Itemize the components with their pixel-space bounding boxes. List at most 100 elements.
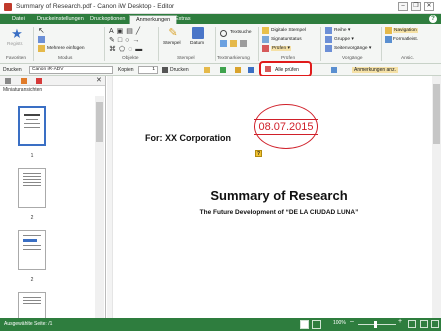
full-screen-icon[interactable] (431, 320, 439, 328)
pen-tool-icon[interactable]: ✎ (109, 37, 118, 44)
group-divider (215, 27, 216, 61)
toolbar-tool-icon[interactable] (220, 67, 226, 73)
registrieren-button[interactable]: Registr. (7, 42, 23, 47)
stamp-line-bottom (254, 134, 318, 135)
two-page-view-icon[interactable] (312, 320, 321, 329)
copies-input[interactable]: 1 (138, 66, 158, 74)
textsuche-button[interactable]: Textsuche (230, 30, 252, 35)
page-thumbnail[interactable] (18, 292, 46, 318)
ribbon: ★ Registr. Favoriten ↖ Mehrere einfügen … (0, 24, 441, 64)
zoom-level[interactable]: 100% (333, 320, 346, 326)
formatleiste-toggle[interactable]: Formatleist. (393, 37, 418, 42)
select-arrow-icon[interactable]: ↖ (38, 27, 45, 35)
page-thumbnail[interactable] (18, 168, 46, 208)
restore-button[interactable]: ❐ (411, 2, 421, 11)
note-icon[interactable]: ▤ (126, 28, 136, 35)
navigation-toggle[interactable]: Navigation (393, 28, 418, 33)
tab-druckoptionen[interactable]: Druckoptionen (84, 15, 131, 24)
close-pane-icon[interactable]: ✕ (96, 76, 102, 84)
signaturstatus-button[interactable]: Signaturstatus (271, 37, 302, 42)
print-button[interactable]: Drucken (170, 67, 189, 73)
help-icon[interactable]: ? (429, 15, 437, 23)
app-icon (4, 3, 12, 11)
stamp-icon: ✎ (168, 27, 178, 39)
group-icon (325, 36, 332, 43)
minimize-button[interactable]: – (398, 2, 408, 11)
objects-tools: A▣▤╱ ✎□○→ ⌘⬠◌▬ (109, 27, 157, 54)
pruefen-dropdown[interactable]: Prüfen ▾ (271, 46, 291, 51)
zoom-slider[interactable] (358, 324, 396, 325)
digitale-stempel-button[interactable]: Digitale Stempel (271, 28, 306, 33)
gruppe-dropdown[interactable]: Gruppe ▾ (334, 37, 354, 42)
star-icon: ★ (11, 26, 23, 41)
anmerkungen-anzeigen-toggle[interactable]: Anmerkungen anz. (352, 67, 398, 73)
document-scrollbar-thumb[interactable] (433, 84, 440, 144)
verify-icon (262, 45, 269, 52)
kopien-label: Kopien (118, 67, 134, 73)
polygon-tool-icon[interactable]: ⬠ (119, 46, 128, 53)
document-subheading: The Future Development of “DE LA CIUDAD … (199, 209, 359, 216)
text-strike-icon[interactable] (240, 40, 247, 47)
format-bar-icon (385, 36, 392, 43)
text-box-icon[interactable]: ▣ (117, 28, 127, 35)
note-icon[interactable]: ? (255, 150, 262, 157)
thumbnail-scrollbar-thumb[interactable] (96, 102, 103, 142)
status-selected-page: Ausgewählte Seite: /1 (4, 321, 53, 327)
link-tool-icon[interactable]: ⌘ (109, 46, 119, 53)
page-number: 2 (30, 215, 34, 221)
thumbnail-pane-title: Miniaturansichten (3, 87, 43, 93)
printer-select[interactable]: Canon iR-ADV (29, 66, 113, 74)
stempel-button[interactable]: Stempel (163, 41, 181, 46)
toolbar-tool-icon[interactable] (235, 67, 241, 73)
toolbar-tool-icon[interactable] (204, 67, 210, 73)
tab-datei[interactable]: Datei (6, 15, 31, 24)
tab-druckeinstellungen[interactable]: Druckeinstellungen (31, 15, 90, 24)
arrow-tool-icon[interactable]: → (132, 37, 142, 44)
toolbar-tool-icon[interactable] (248, 67, 254, 73)
order-icon (325, 27, 332, 34)
line-tool-icon[interactable]: ╱ (136, 28, 143, 35)
group-divider (320, 27, 321, 61)
text-tool-icon[interactable]: A (109, 28, 117, 35)
annotation-settings-icon[interactable] (331, 67, 337, 73)
document-heading: Summary of Research (210, 188, 348, 203)
search-icon (220, 30, 227, 37)
page-number: 1 (30, 153, 34, 159)
zoom-out-icon[interactable]: – (350, 318, 354, 325)
group-divider (158, 27, 159, 61)
annotations-view-icon[interactable] (21, 78, 27, 84)
print-toolbar: Drucken Canon iR-ADV Kopien 1 Drucken Al… (0, 61, 441, 77)
hand-tool-icon[interactable] (38, 36, 45, 43)
page-number: 2 (30, 277, 34, 283)
thumbnail-view-icon[interactable] (5, 78, 11, 84)
page-thumbnail[interactable] (18, 106, 46, 146)
insert-multiple-icon (38, 45, 45, 52)
close-button[interactable]: ✕ (424, 2, 434, 11)
datum-button[interactable]: Datum (190, 41, 204, 46)
group-divider (33, 27, 34, 61)
ribbon-tabs: Datei Druckeinstellungen Druckoptionen A… (0, 14, 441, 24)
tab-extras[interactable]: Extras (169, 15, 197, 24)
highlight-tool-icon[interactable]: ▬ (135, 46, 145, 53)
fit-page-icon[interactable] (408, 320, 416, 328)
page-thumbnail[interactable] (18, 230, 46, 270)
zoom-slider-handle[interactable] (374, 321, 377, 328)
signature-status-icon (262, 36, 269, 43)
navigation-icon (385, 27, 392, 34)
thumbnail-pane-toolbar: ✕ (0, 76, 105, 86)
alle-pruefen-button[interactable]: Alle prüfen (275, 67, 299, 73)
window-title: Summary of Research.pdf - Canon iW Deskt… (16, 3, 175, 10)
for-line: For: XX Corporation (145, 133, 231, 143)
group-label-ansicht: Ansic. (401, 56, 415, 61)
zoom-in-icon[interactable]: + (398, 318, 402, 325)
title-bar: Summary of Research.pdf - Canon iW Deskt… (0, 0, 441, 14)
mehrere-einfuegen-button[interactable]: Mehrere einfügen (47, 46, 85, 51)
single-page-view-icon[interactable] (300, 320, 309, 329)
text-underline-icon[interactable] (230, 40, 237, 47)
text-highlight-icon[interactable] (220, 40, 227, 47)
seitenvorgaenge-dropdown[interactable]: Seitenvorgänge ▾ (334, 46, 371, 51)
reihe-dropdown[interactable]: Reihe ▾ (334, 28, 350, 33)
fit-width-icon[interactable] (420, 320, 428, 328)
bookmarks-view-icon[interactable] (36, 78, 42, 84)
group-divider (381, 27, 382, 61)
